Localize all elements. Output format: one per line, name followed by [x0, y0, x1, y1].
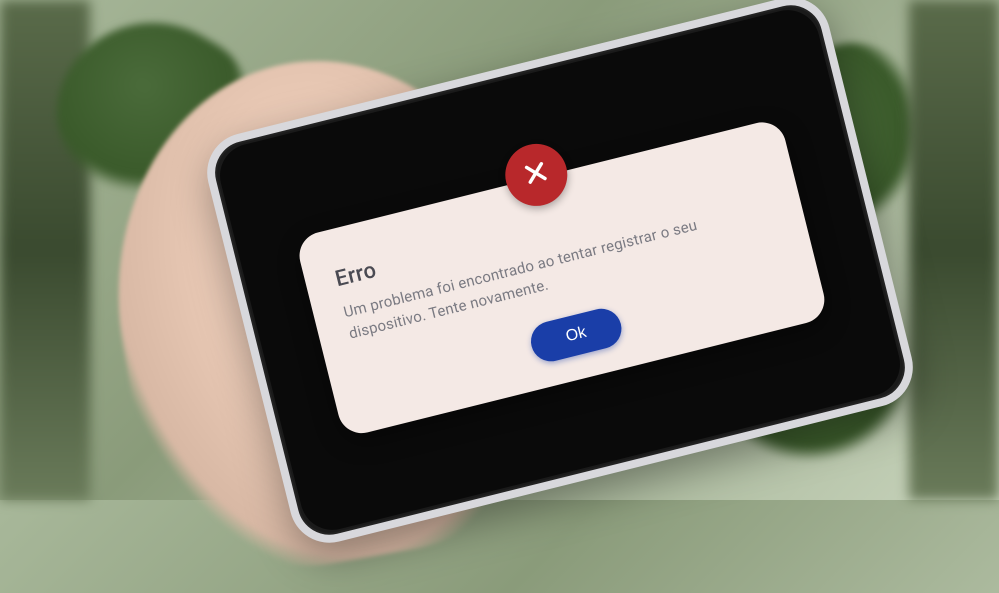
error-icon-badge — [499, 137, 574, 212]
ok-button[interactable]: Ok — [526, 304, 625, 365]
dialog-card: Erro Um problema foi encontrado ao tenta… — [294, 117, 829, 438]
error-dialog: Erro Um problema foi encontrado ao tenta… — [294, 117, 829, 438]
close-icon — [520, 157, 552, 192]
